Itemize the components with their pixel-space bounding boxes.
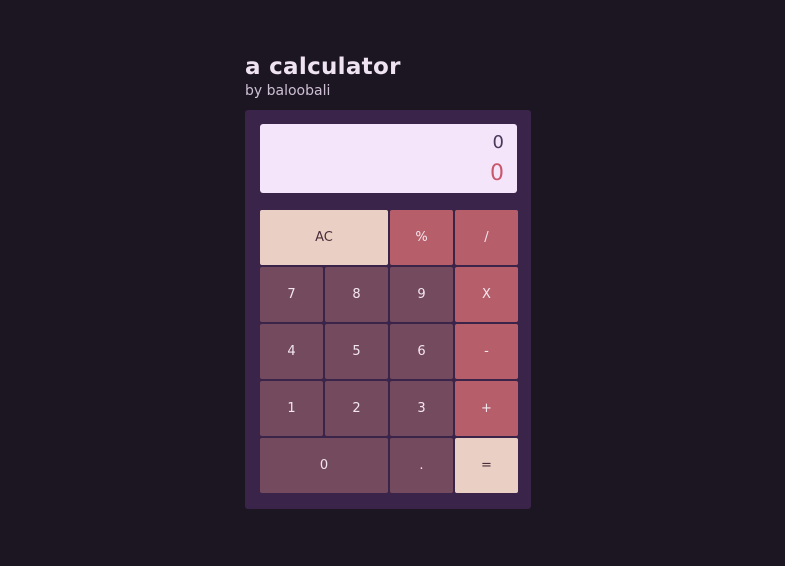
percent-button[interactable]: % xyxy=(390,210,453,265)
digit-8-button[interactable]: 8 xyxy=(325,267,388,322)
calculator-body: 0 0 AC % / 7 8 9 X 4 5 6 - 1 2 3 + 0 . = xyxy=(245,110,531,509)
digit-2-button[interactable]: 2 xyxy=(325,381,388,436)
equals-button[interactable]: = xyxy=(455,438,518,493)
previous-operand: 0 xyxy=(492,132,504,153)
decimal-button[interactable]: . xyxy=(390,438,453,493)
author-byline: by baloobali xyxy=(245,83,331,99)
calculator-display: 0 0 xyxy=(260,124,517,193)
add-button[interactable]: + xyxy=(455,381,518,436)
digit-1-button[interactable]: 1 xyxy=(260,381,323,436)
digit-4-button[interactable]: 4 xyxy=(260,324,323,379)
digit-5-button[interactable]: 5 xyxy=(325,324,388,379)
digit-9-button[interactable]: 9 xyxy=(390,267,453,322)
calculator-app: a calculator by baloobali 0 0 AC % / 7 8… xyxy=(245,54,531,509)
keypad: AC % / 7 8 9 X 4 5 6 - 1 2 3 + 0 . = xyxy=(260,210,518,493)
digit-0-button[interactable]: 0 xyxy=(260,438,388,493)
page-title: a calculator xyxy=(245,54,401,80)
current-operand: 0 xyxy=(490,161,504,186)
subtract-button[interactable]: - xyxy=(455,324,518,379)
digit-6-button[interactable]: 6 xyxy=(390,324,453,379)
all-clear-button[interactable]: AC xyxy=(260,210,388,265)
multiply-button[interactable]: X xyxy=(455,267,518,322)
digit-7-button[interactable]: 7 xyxy=(260,267,323,322)
digit-3-button[interactable]: 3 xyxy=(390,381,453,436)
divide-button[interactable]: / xyxy=(455,210,518,265)
